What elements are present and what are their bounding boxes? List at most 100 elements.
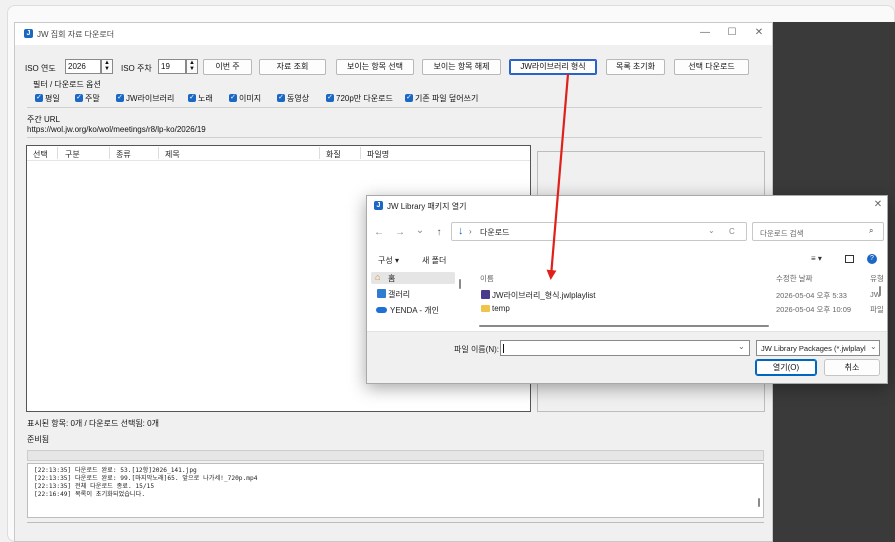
maximize-button[interactable]: ☐	[725, 27, 739, 38]
column-header-select[interactable]: 선택	[33, 149, 48, 160]
file-type-select[interactable]: JW Library Packages (*.jwlplayl ⌄	[756, 340, 880, 356]
address-bar[interactable]: ↓ › 다운로드 ⌄ C	[451, 222, 747, 241]
file-list-vscrollbar[interactable]	[879, 286, 881, 296]
jwlibrary-format-button[interactable]: JW라이브러리 형식	[509, 59, 597, 75]
navigation-pane[interactable]: ⌂ 홈 갤러리 YENDA - 개인	[367, 269, 467, 329]
filename-label: 파일 이름(N):	[454, 345, 499, 354]
filter-weekend-checkbox[interactable]: ✓	[75, 94, 83, 102]
filename-input[interactable]: ⌄	[500, 340, 750, 356]
address-dropdown-icon[interactable]: ⌄	[708, 226, 715, 235]
filter-group-title: 필터 / 다운로드 옵션	[33, 80, 101, 89]
nav-item-gallery-label: 갤러리	[388, 290, 411, 299]
filter-overwrite-label: 기존 파일 덮어쓰기	[415, 94, 479, 103]
preview-pane-icon[interactable]	[845, 255, 854, 263]
view-options-icon[interactable]: ≡ ▾	[811, 254, 822, 263]
home-icon: ⌂	[375, 272, 381, 282]
nav-item-onedrive[interactable]: YENDA - 개인	[371, 304, 461, 316]
filter-song-label: 노래	[198, 94, 213, 103]
column-header-modified[interactable]: 수정한 날짜	[776, 273, 813, 284]
filter-video-checkbox[interactable]: ✓	[277, 94, 285, 102]
filter-weekday-checkbox[interactable]: ✓	[35, 94, 43, 102]
file-date: 2026-05-04 오후 10:09	[776, 305, 852, 314]
week-spin-buttons[interactable]: ▲ ▼	[186, 59, 198, 74]
column-header-name[interactable]: 이름	[480, 273, 494, 284]
filter-720p-checkbox[interactable]: ✓	[326, 94, 334, 102]
column-header-category[interactable]: 구분	[65, 149, 80, 160]
refresh-icon[interactable]: C	[729, 227, 735, 236]
forward-icon[interactable]: →	[394, 227, 406, 238]
file-row[interactable]: JW라이브러리_형식.jwlplaylist 2026-05-04 오후 5:3…	[475, 289, 885, 301]
filter-weekend-label: 주말	[85, 94, 100, 103]
column-header-filename[interactable]: 파일명	[367, 149, 389, 160]
back-icon[interactable]: ←	[373, 227, 385, 238]
select-visible-button[interactable]: 보이는 항목 선택	[336, 59, 414, 75]
week-spinbox[interactable]: 19	[158, 59, 186, 74]
dialog-close-button[interactable]: ✕	[871, 199, 885, 210]
filter-song-checkbox[interactable]: ✓	[188, 94, 196, 102]
file-list-hscrollbar[interactable]	[479, 325, 769, 327]
file-row[interactable]: temp 2026-05-04 오후 10:09 파일	[475, 303, 885, 315]
nav-item-home[interactable]: ⌂ 홈	[371, 272, 455, 284]
cancel-button[interactable]: 취소	[824, 359, 880, 376]
reset-list-button[interactable]: 목록 초기화	[606, 59, 665, 75]
filename-dropdown-icon[interactable]: ⌄	[738, 342, 745, 351]
window-title: JW 집회 자료 다운로더	[37, 30, 115, 39]
column-divider	[109, 147, 110, 159]
nav-scrollbar[interactable]	[459, 279, 461, 289]
recent-locations-icon[interactable]: ⌄	[414, 225, 426, 236]
text-cursor	[503, 344, 504, 353]
filter-image-label: 이미지	[239, 94, 262, 103]
log-line: [22:13:35] 다운로드 완료: 99.[마지막노래]65. 앞으로 나가…	[34, 475, 258, 482]
close-button[interactable]: ✕	[752, 27, 766, 38]
column-header-type[interactable]: 종류	[116, 149, 131, 160]
search-box[interactable]: 다운로드 검색 ⌕	[752, 222, 884, 241]
url-value[interactable]: https://wol.jw.org/ko/wol/meetings/r8/lp…	[27, 125, 206, 134]
address-location[interactable]: 다운로드	[480, 227, 509, 238]
open-button[interactable]: 열기(O)	[755, 359, 817, 376]
deselect-visible-button[interactable]: 보이는 항목 해제	[422, 59, 501, 75]
download-progress-bar	[27, 450, 764, 461]
log-panel[interactable]: [22:13:35] 다운로드 완료: 53.[12항]2026_141.jpg…	[27, 463, 764, 518]
this-week-button[interactable]: 이번 주	[203, 59, 252, 75]
filter-720p-label: 720p만 다운로드	[336, 94, 393, 103]
column-header-quality[interactable]: 화질	[326, 149, 341, 160]
dialog-footer: 파일 이름(N): ⌄ JW Library Packages (*.jwlpl…	[367, 331, 887, 383]
open-file-dialog: J JW Library 패키지 열기 ✕ ← → ⌄ ↑ ↓ › 다운로드 ⌄…	[366, 195, 888, 384]
ready-status: 준비됨	[27, 435, 50, 444]
file-name: JW라이브러리_형식.jwlplaylist	[492, 291, 596, 300]
column-header-title[interactable]: 제목	[165, 149, 180, 160]
up-folder-icon[interactable]: ↑	[433, 227, 445, 238]
download-selected-button[interactable]: 선택 다운로드	[674, 59, 749, 75]
file-name: temp	[492, 304, 510, 313]
year-spinbox[interactable]: 2026	[65, 59, 101, 74]
log-scrollbar[interactable]	[758, 498, 760, 507]
search-icon: ⌕	[869, 226, 874, 235]
table-header-divider	[27, 160, 530, 161]
year-label: ISO 연도	[25, 64, 56, 73]
log-line: [22:16:49] 목록이 초기화되었습니다.	[34, 491, 146, 498]
column-divider	[319, 147, 320, 159]
filter-jwlibrary-checkbox[interactable]: ✓	[116, 94, 124, 102]
week-label: ISO 주차	[121, 64, 152, 73]
folder-icon	[481, 305, 490, 312]
log-line: [22:13:35] 다운로드 완료: 53.[12항]2026_141.jpg	[34, 467, 197, 474]
file-type: 파일	[870, 305, 884, 314]
lookup-button[interactable]: 자료 조회	[259, 59, 326, 75]
file-type-dropdown-icon[interactable]: ⌄	[870, 342, 877, 351]
filter-group-border	[27, 107, 762, 108]
nav-item-gallery[interactable]: 갤러리	[371, 288, 455, 300]
organize-menu[interactable]: 구성 ▾	[378, 255, 399, 266]
item-count-status: 표시된 항목: 0개 / 다운로드 선택됨: 0개	[27, 419, 159, 428]
gallery-icon	[377, 289, 386, 298]
search-placeholder: 다운로드 검색	[760, 229, 804, 238]
minimize-button[interactable]: —	[698, 27, 712, 38]
year-spin-buttons[interactable]: ▲ ▼	[101, 59, 113, 74]
bottom-divider	[27, 522, 764, 523]
title-bar: J JW 집회 자료 다운로더 — ☐ ✕	[15, 23, 772, 45]
help-icon[interactable]: ?	[867, 254, 877, 264]
log-line: [22:13:35] 전체 다운로드 종료. 15/15	[34, 483, 155, 490]
new-folder-button[interactable]: 새 폴더	[422, 255, 446, 266]
filter-image-checkbox[interactable]: ✓	[229, 94, 237, 102]
column-header-type[interactable]: 유형	[870, 273, 884, 284]
filter-overwrite-checkbox[interactable]: ✓	[405, 94, 413, 102]
